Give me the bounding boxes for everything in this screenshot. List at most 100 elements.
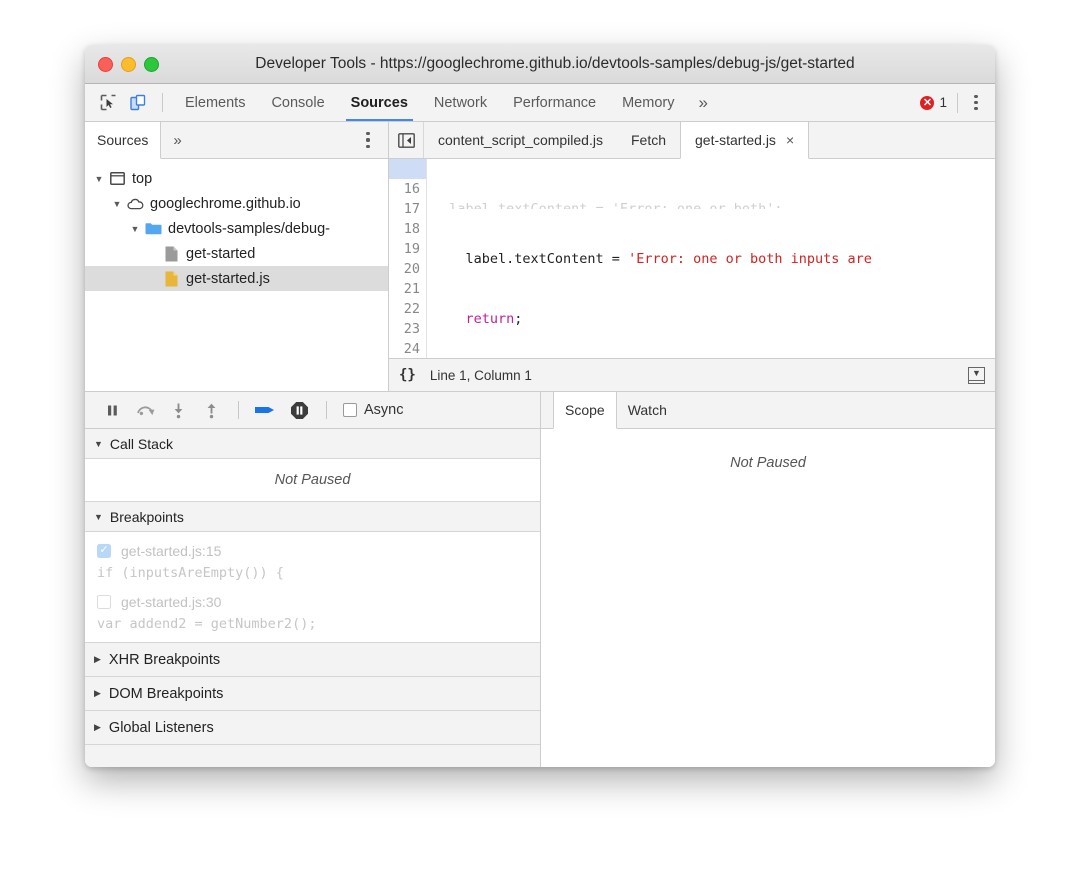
window-title: Developer Tools - https://googlechrome.g…	[255, 55, 855, 72]
xhr-breakpoints-section[interactable]: ▶ XHR Breakpoints	[85, 643, 540, 677]
tree-item-folder[interactable]: ▼ devtools-samples/debug-	[85, 216, 388, 241]
twisty-icon[interactable]: ▶	[94, 688, 101, 699]
breakpoints-title: Breakpoints	[109, 508, 184, 525]
async-checkbox[interactable]	[343, 403, 357, 417]
tree-item-folder-label: devtools-samples/debug-	[168, 220, 331, 237]
tab-elements[interactable]: Elements	[172, 84, 258, 121]
twisty-icon[interactable]: ▶	[94, 722, 101, 733]
keyword: return	[465, 311, 515, 327]
line-number: 21	[403, 281, 420, 297]
tree-item-domain-label: googlechrome.github.io	[150, 195, 301, 212]
breakpoint-location: get-started.js:15	[121, 542, 222, 559]
call-stack-header[interactable]: ▼ Call Stack	[85, 429, 540, 459]
code-text-area[interactable]: label.textContent = 'Error: one or both'…	[427, 159, 995, 358]
tab-watch-label: Watch	[627, 402, 667, 418]
breakpoint-checkbox[interactable]	[97, 594, 111, 609]
editor-tab-bar: content_script_compiled.js Fetch get-sta…	[389, 122, 995, 159]
breakpoint-item[interactable]: get-started.js:15 if (inputsAreEmpty()) …	[85, 540, 540, 591]
close-button[interactable]	[98, 56, 113, 72]
tree-item-get-started[interactable]: get-started	[85, 241, 388, 266]
editor-tab-fetch[interactable]: Fetch	[617, 122, 680, 158]
kebab-menu-icon[interactable]	[966, 91, 986, 115]
tree-item-domain[interactable]: ▼ googlechrome.github.io	[85, 191, 388, 216]
devtools-window: Developer Tools - https://googlechrome.g…	[85, 45, 995, 767]
navigator-more-chevron-icon[interactable]: »	[161, 122, 193, 158]
window-titlebar: Developer Tools - https://googlechrome.g…	[85, 45, 995, 84]
tab-elements-label: Elements	[185, 94, 246, 111]
line-number: 24	[403, 341, 420, 357]
tree-item-top[interactable]: ▼ top	[85, 166, 388, 191]
breakpoints-list: get-started.js:15 if (inputsAreEmpty()) …	[85, 532, 540, 643]
step-button[interactable]	[251, 397, 281, 423]
tab-watch[interactable]: Watch	[617, 392, 678, 428]
tab-scope-label: Scope	[565, 402, 605, 418]
resume-script-execution-button[interactable]	[97, 397, 127, 423]
tab-network-label: Network	[433, 94, 488, 111]
step-over-button[interactable]	[130, 397, 160, 423]
screenshot-root: Developer Tools - https://googlechrome.g…	[0, 0, 1080, 887]
line-number: 17	[403, 201, 420, 217]
close-icon[interactable]: ×	[786, 132, 794, 148]
breakpoint-checkbox[interactable]	[97, 543, 111, 558]
debugger-filler	[85, 745, 540, 767]
twisty-icon[interactable]: ▶	[94, 654, 101, 665]
editor-tab-fetch-label: Fetch	[630, 132, 666, 148]
folder-icon	[143, 222, 163, 235]
error-badge[interactable]: ✕ 1	[920, 95, 947, 110]
tab-scope[interactable]: Scope	[553, 392, 617, 429]
dom-breakpoints-section[interactable]: ▶ DOM Breakpoints	[85, 677, 540, 711]
global-listeners-section[interactable]: ▶ Global Listeners	[85, 711, 540, 745]
deactivate-breakpoints-button[interactable]	[284, 397, 314, 423]
more-panels-chevron-icon[interactable]: »	[687, 84, 718, 121]
tab-performance[interactable]: Performance	[500, 84, 609, 121]
call-stack-title: Call Stack	[109, 435, 173, 452]
step-out-button[interactable]	[196, 397, 226, 423]
zoom-button[interactable]	[144, 56, 159, 72]
code-line-16: label.textContent = 'Error: one or both …	[433, 251, 872, 267]
async-checkbox-group[interactable]: Async	[343, 402, 404, 418]
line-number: 19	[403, 241, 420, 257]
twisty-icon[interactable]: ▼	[127, 224, 143, 234]
xhr-breakpoints-title: XHR Breakpoints	[108, 651, 221, 668]
collapse-sidebar-icon[interactable]	[389, 122, 424, 158]
scope-pane: Scope Watch Not Paused	[541, 392, 995, 767]
tree-item-get-started-js-label: get-started.js	[186, 270, 270, 287]
tree-item-get-started-label: get-started	[186, 245, 256, 262]
editor-tab-content-script[interactable]: content_script_compiled.js	[424, 122, 617, 158]
twisty-icon[interactable]: ▼	[94, 439, 103, 449]
breakpoint-item[interactable]: get-started.js:30 var addend2 = getNumbe…	[85, 591, 540, 632]
panel-tab-list: Elements Console Sources Network Perform…	[172, 84, 719, 121]
string-literal: 'Error: one or both inputs are	[628, 251, 872, 267]
minimize-button[interactable]	[121, 56, 136, 72]
device-toolbar-icon[interactable]	[123, 89, 153, 117]
navigator-tab-sources[interactable]: Sources	[85, 122, 162, 159]
step-into-button[interactable]	[163, 397, 193, 423]
debugger-divider-2	[326, 401, 327, 419]
tab-sources[interactable]: Sources	[338, 84, 421, 121]
inspect-element-icon[interactable]	[93, 89, 123, 117]
tab-memory[interactable]: Memory	[609, 84, 687, 121]
navigator-kebab-menu-icon[interactable]	[358, 128, 378, 152]
scope-tab-bar: Scope Watch	[541, 392, 995, 429]
tab-memory-label: Memory	[622, 94, 675, 111]
breakpoints-header[interactable]: ▼ Breakpoints	[85, 502, 540, 532]
toolbar-divider	[162, 93, 163, 112]
twisty-icon[interactable]: ▼	[109, 199, 125, 209]
twisty-icon[interactable]: ▼	[91, 174, 107, 184]
code-line-17: return;	[465, 311, 523, 327]
code-editor[interactable]: 16 17 18 19 20 21 22 23 24 25 label.text…	[389, 159, 995, 358]
twisty-icon[interactable]: ▼	[94, 512, 103, 522]
tab-console[interactable]: Console	[258, 84, 337, 121]
breakpoint-location: get-started.js:30	[121, 593, 222, 610]
tree-item-get-started-js[interactable]: get-started.js	[85, 266, 388, 291]
async-label: Async	[364, 402, 404, 418]
pretty-print-icon[interactable]: {}	[399, 367, 416, 383]
editor-tab-get-started-js[interactable]: get-started.js ×	[680, 122, 810, 159]
open-in-drawer-icon[interactable]: ▼	[968, 366, 985, 384]
line-number: 16	[403, 181, 420, 197]
tab-network[interactable]: Network	[421, 84, 500, 121]
cursor-position-label: Line 1, Column 1	[429, 367, 532, 383]
navigator-pane: Sources » ▼ top ▼ googlechrome.github.io…	[85, 122, 389, 391]
editor-tab-get-started-js-label: get-started.js	[695, 132, 776, 148]
navigator-tab-sources-label: Sources	[97, 132, 149, 148]
